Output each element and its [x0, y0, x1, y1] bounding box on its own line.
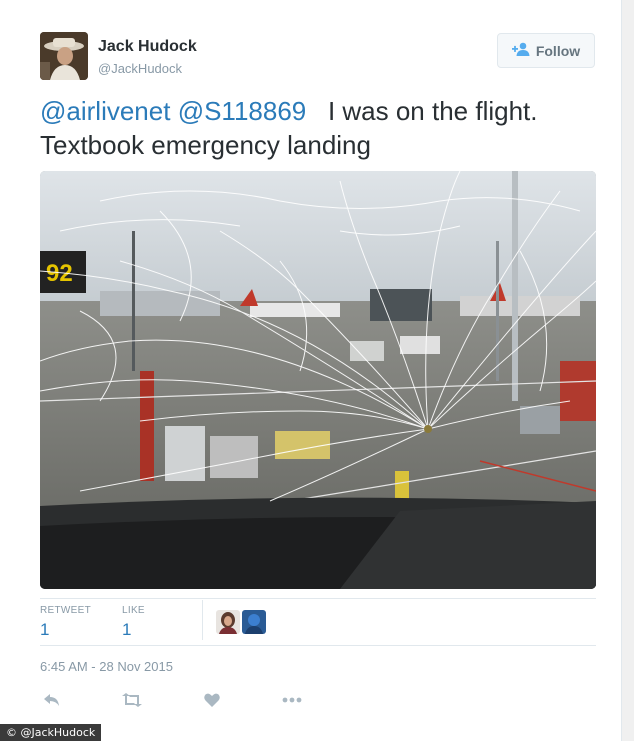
divider — [40, 645, 596, 646]
tweet-timestamp[interactable]: 6:45 AM - 28 Nov 2015 — [40, 659, 173, 674]
avatar[interactable] — [40, 32, 88, 80]
reply-icon[interactable] — [40, 688, 64, 712]
user-name[interactable]: Jack Hudock — [98, 38, 197, 56]
tweet-photo[interactable]: 92 — [40, 171, 596, 589]
retweet-count[interactable]: 1 — [40, 620, 49, 640]
mention-link[interactable]: @S118869 — [178, 96, 307, 126]
retweet-icon[interactable] — [120, 688, 144, 712]
photo-credit: © @JackHudock — [0, 724, 102, 741]
avatar[interactable] — [216, 610, 240, 634]
more-icon[interactable] — [280, 688, 304, 712]
user-handle[interactable]: @JackHudock — [98, 61, 182, 76]
stats-separator — [202, 600, 203, 640]
like-count[interactable]: 1 — [122, 620, 131, 640]
like-stat-label: LIKE — [122, 605, 145, 616]
add-user-icon — [511, 42, 530, 59]
heart-icon[interactable] — [200, 688, 224, 712]
follow-button[interactable]: Follow — [497, 33, 595, 68]
tweet-text: @airlivenet @S118869 I was on the flight… — [40, 94, 600, 162]
tweet-card: Jack Hudock @JackHudock Follow @airliven… — [0, 0, 622, 741]
mention-link[interactable]: @airlivenet — [40, 96, 170, 126]
likers-list — [216, 610, 266, 634]
retweet-stat-label: RETWEET — [40, 605, 91, 616]
divider — [40, 598, 596, 599]
follow-label: Follow — [535, 42, 581, 59]
avatar[interactable] — [242, 610, 266, 634]
